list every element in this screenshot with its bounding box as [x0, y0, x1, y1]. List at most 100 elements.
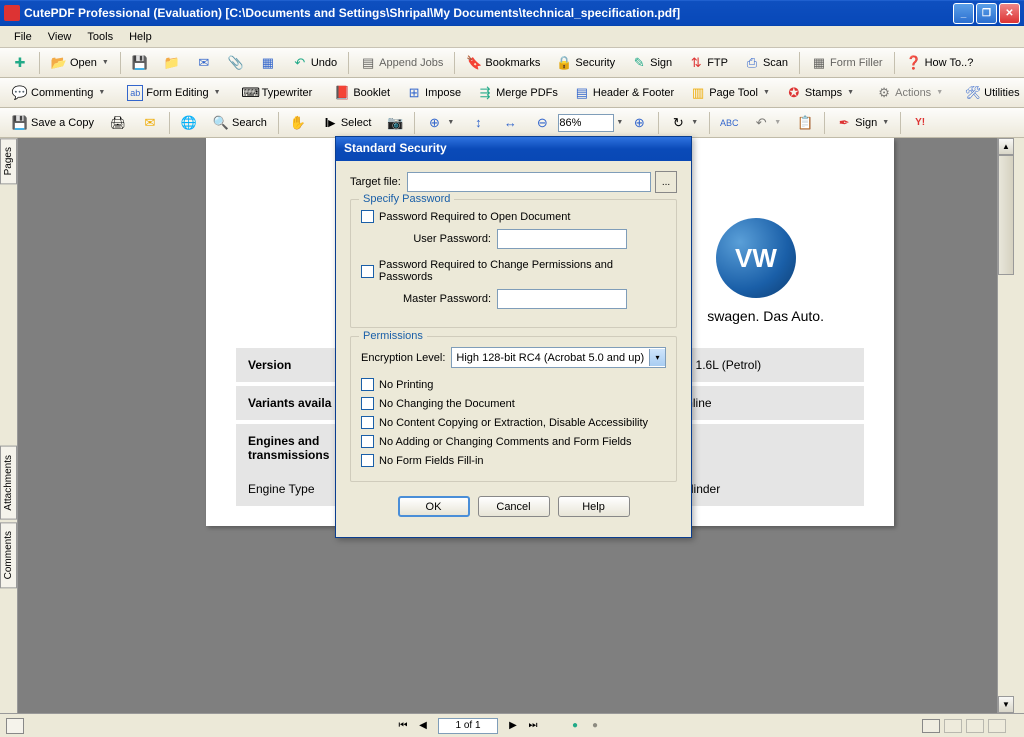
search-button[interactable]: 🔍Search	[206, 112, 274, 134]
nocopy-checkbox[interactable]	[361, 416, 374, 429]
misc1-button[interactable]: ▦	[253, 52, 283, 74]
page-number-input[interactable]	[438, 718, 498, 734]
clip-button[interactable]: 📋	[790, 112, 820, 134]
abc-button[interactable]: ABC	[714, 112, 744, 134]
attach-button[interactable]: 📎	[221, 52, 251, 74]
sign-button[interactable]: ✎Sign	[624, 52, 679, 74]
zoomin2-button[interactable]: ⊕	[624, 112, 654, 134]
menu-tools[interactable]: Tools	[79, 29, 121, 45]
utilities-button[interactable]: 🛠Utilities	[958, 82, 1024, 104]
tab-comments[interactable]: Comments	[0, 522, 17, 588]
mail-button[interactable]: ✉	[189, 52, 219, 74]
next-page-button[interactable]: ▶	[504, 717, 522, 735]
ftp-button[interactable]: ⇅FTP	[681, 52, 735, 74]
last-page-button[interactable]: ⏭	[524, 717, 542, 735]
noform-checkbox[interactable]	[361, 454, 374, 467]
mail2-button[interactable]: ✉	[135, 112, 165, 134]
savecopy-button[interactable]: 💾Save a Copy	[5, 112, 101, 134]
stamps-button[interactable]: ✪Stamps▼	[779, 82, 861, 104]
view-facing-button[interactable]	[966, 719, 984, 733]
howto-button[interactable]: ❓How To..?	[899, 52, 981, 74]
fitw-button[interactable]: ↔	[495, 112, 525, 134]
pagetool-button[interactable]: ▥Page Tool▼	[683, 82, 777, 104]
app-icon	[4, 5, 20, 21]
select-button[interactable]: I▸Select	[315, 112, 379, 134]
prev-page-button[interactable]: ◀	[414, 717, 432, 735]
security-button[interactable]: 🔒Security	[549, 52, 622, 74]
first-page-button[interactable]: ⏮	[394, 717, 412, 735]
camera-button[interactable]: 📷	[380, 112, 410, 134]
save-button[interactable]: 💾	[125, 52, 155, 74]
folder-button[interactable]: 📁	[157, 52, 187, 74]
forward-button[interactable]: ●	[586, 717, 604, 735]
scroll-thumb[interactable]	[998, 155, 1014, 275]
user-password-input[interactable]	[497, 229, 627, 249]
help-button[interactable]: Help	[558, 496, 630, 517]
noprint-checkbox[interactable]	[361, 378, 374, 391]
commenting-button[interactable]: 💬Commenting▼	[5, 82, 112, 104]
actions-button[interactable]: ⚙Actions▼	[869, 82, 950, 104]
minimize-button[interactable]: _	[953, 3, 974, 24]
tab-pages[interactable]: Pages	[0, 138, 17, 184]
sign2-button[interactable]: ✒Sign▼	[829, 112, 896, 134]
yahoo-icon: Y!	[912, 115, 928, 131]
chevron-down-icon: ▾	[649, 349, 665, 366]
utilities-icon: 🛠	[965, 85, 981, 101]
print-button[interactable]: 🖨	[103, 112, 133, 134]
fit-button[interactable]: ↕	[463, 112, 493, 134]
nocomment-checkbox[interactable]	[361, 435, 374, 448]
change-password-checkbox[interactable]	[361, 265, 374, 278]
open-button[interactable]: 📂Open▼	[44, 52, 116, 74]
headerfooter-icon: ▤	[574, 85, 590, 101]
binoculars-icon: 🔍	[213, 115, 229, 131]
yahoo-button[interactable]: Y!	[905, 112, 935, 134]
vw-logo	[716, 218, 796, 298]
typewriter-button[interactable]: ⌨Typewriter	[236, 82, 320, 104]
undo2-button[interactable]: ↶▼	[746, 112, 788, 134]
encryption-select[interactable]: High 128-bit RC4 (Acrobat 5.0 and up) ▾	[451, 347, 666, 368]
bookmarks-button[interactable]: 🔖Bookmarks	[459, 52, 547, 74]
scroll-up-button[interactable]: ▲	[998, 138, 1014, 155]
view-cont-button[interactable]	[944, 719, 962, 733]
comment-icon: 💬	[12, 85, 28, 101]
maximize-button[interactable]: ❐	[976, 3, 997, 24]
nochange-checkbox[interactable]	[361, 397, 374, 410]
ok-button[interactable]: OK	[398, 496, 470, 517]
zoom-input[interactable]	[558, 114, 614, 132]
zoomout-button[interactable]: ⊖	[527, 112, 557, 134]
booklet-button[interactable]: 📕Booklet	[327, 82, 397, 104]
zoom-dropdown[interactable]: ▼	[616, 119, 623, 126]
view-contfacing-button[interactable]	[988, 719, 1006, 733]
browse-button[interactable]: ...	[655, 171, 677, 193]
formedit-button[interactable]: abForm Editing▼	[120, 82, 227, 104]
new-button[interactable]: ✚	[5, 52, 35, 74]
headerfooter-button[interactable]: ▤Header & Footer	[567, 82, 681, 104]
formfiller-button[interactable]: ▦Form Filler	[804, 52, 890, 74]
close-button[interactable]: ✕	[999, 3, 1020, 24]
menu-file[interactable]: File	[6, 29, 40, 45]
impose-button[interactable]: ⊞Impose	[399, 82, 468, 104]
master-password-input[interactable]	[497, 289, 627, 309]
open-password-checkbox[interactable]	[361, 210, 374, 223]
scan-button[interactable]: ⎙Scan	[737, 52, 795, 74]
right-edge	[1014, 138, 1024, 713]
view-single-button[interactable]	[922, 719, 940, 733]
status-tab[interactable]	[6, 718, 24, 734]
undo-button[interactable]: ↶Undo	[285, 52, 344, 74]
select-icon: I▸	[322, 115, 338, 131]
cancel-button[interactable]: Cancel	[478, 496, 550, 517]
hand-button[interactable]: ✋	[283, 112, 313, 134]
tab-attachments[interactable]: Attachments	[0, 446, 17, 520]
rotate-button[interactable]: ↻▼	[663, 112, 705, 134]
permissions-legend: Permissions	[359, 330, 427, 342]
scroll-down-button[interactable]: ▼	[998, 696, 1014, 713]
web-button[interactable]: 🌐	[174, 112, 204, 134]
append-jobs-button[interactable]: ▤Append Jobs	[353, 52, 450, 74]
back-button[interactable]: ●	[566, 717, 584, 735]
merge-button[interactable]: ⇶Merge PDFs	[470, 82, 565, 104]
menu-view[interactable]: View	[40, 29, 80, 45]
menu-help[interactable]: Help	[121, 29, 160, 45]
scrollbar-vertical[interactable]: ▲ ▼	[997, 138, 1014, 713]
target-file-input[interactable]	[407, 172, 651, 192]
zoomin-button[interactable]: ⊕▼	[419, 112, 461, 134]
